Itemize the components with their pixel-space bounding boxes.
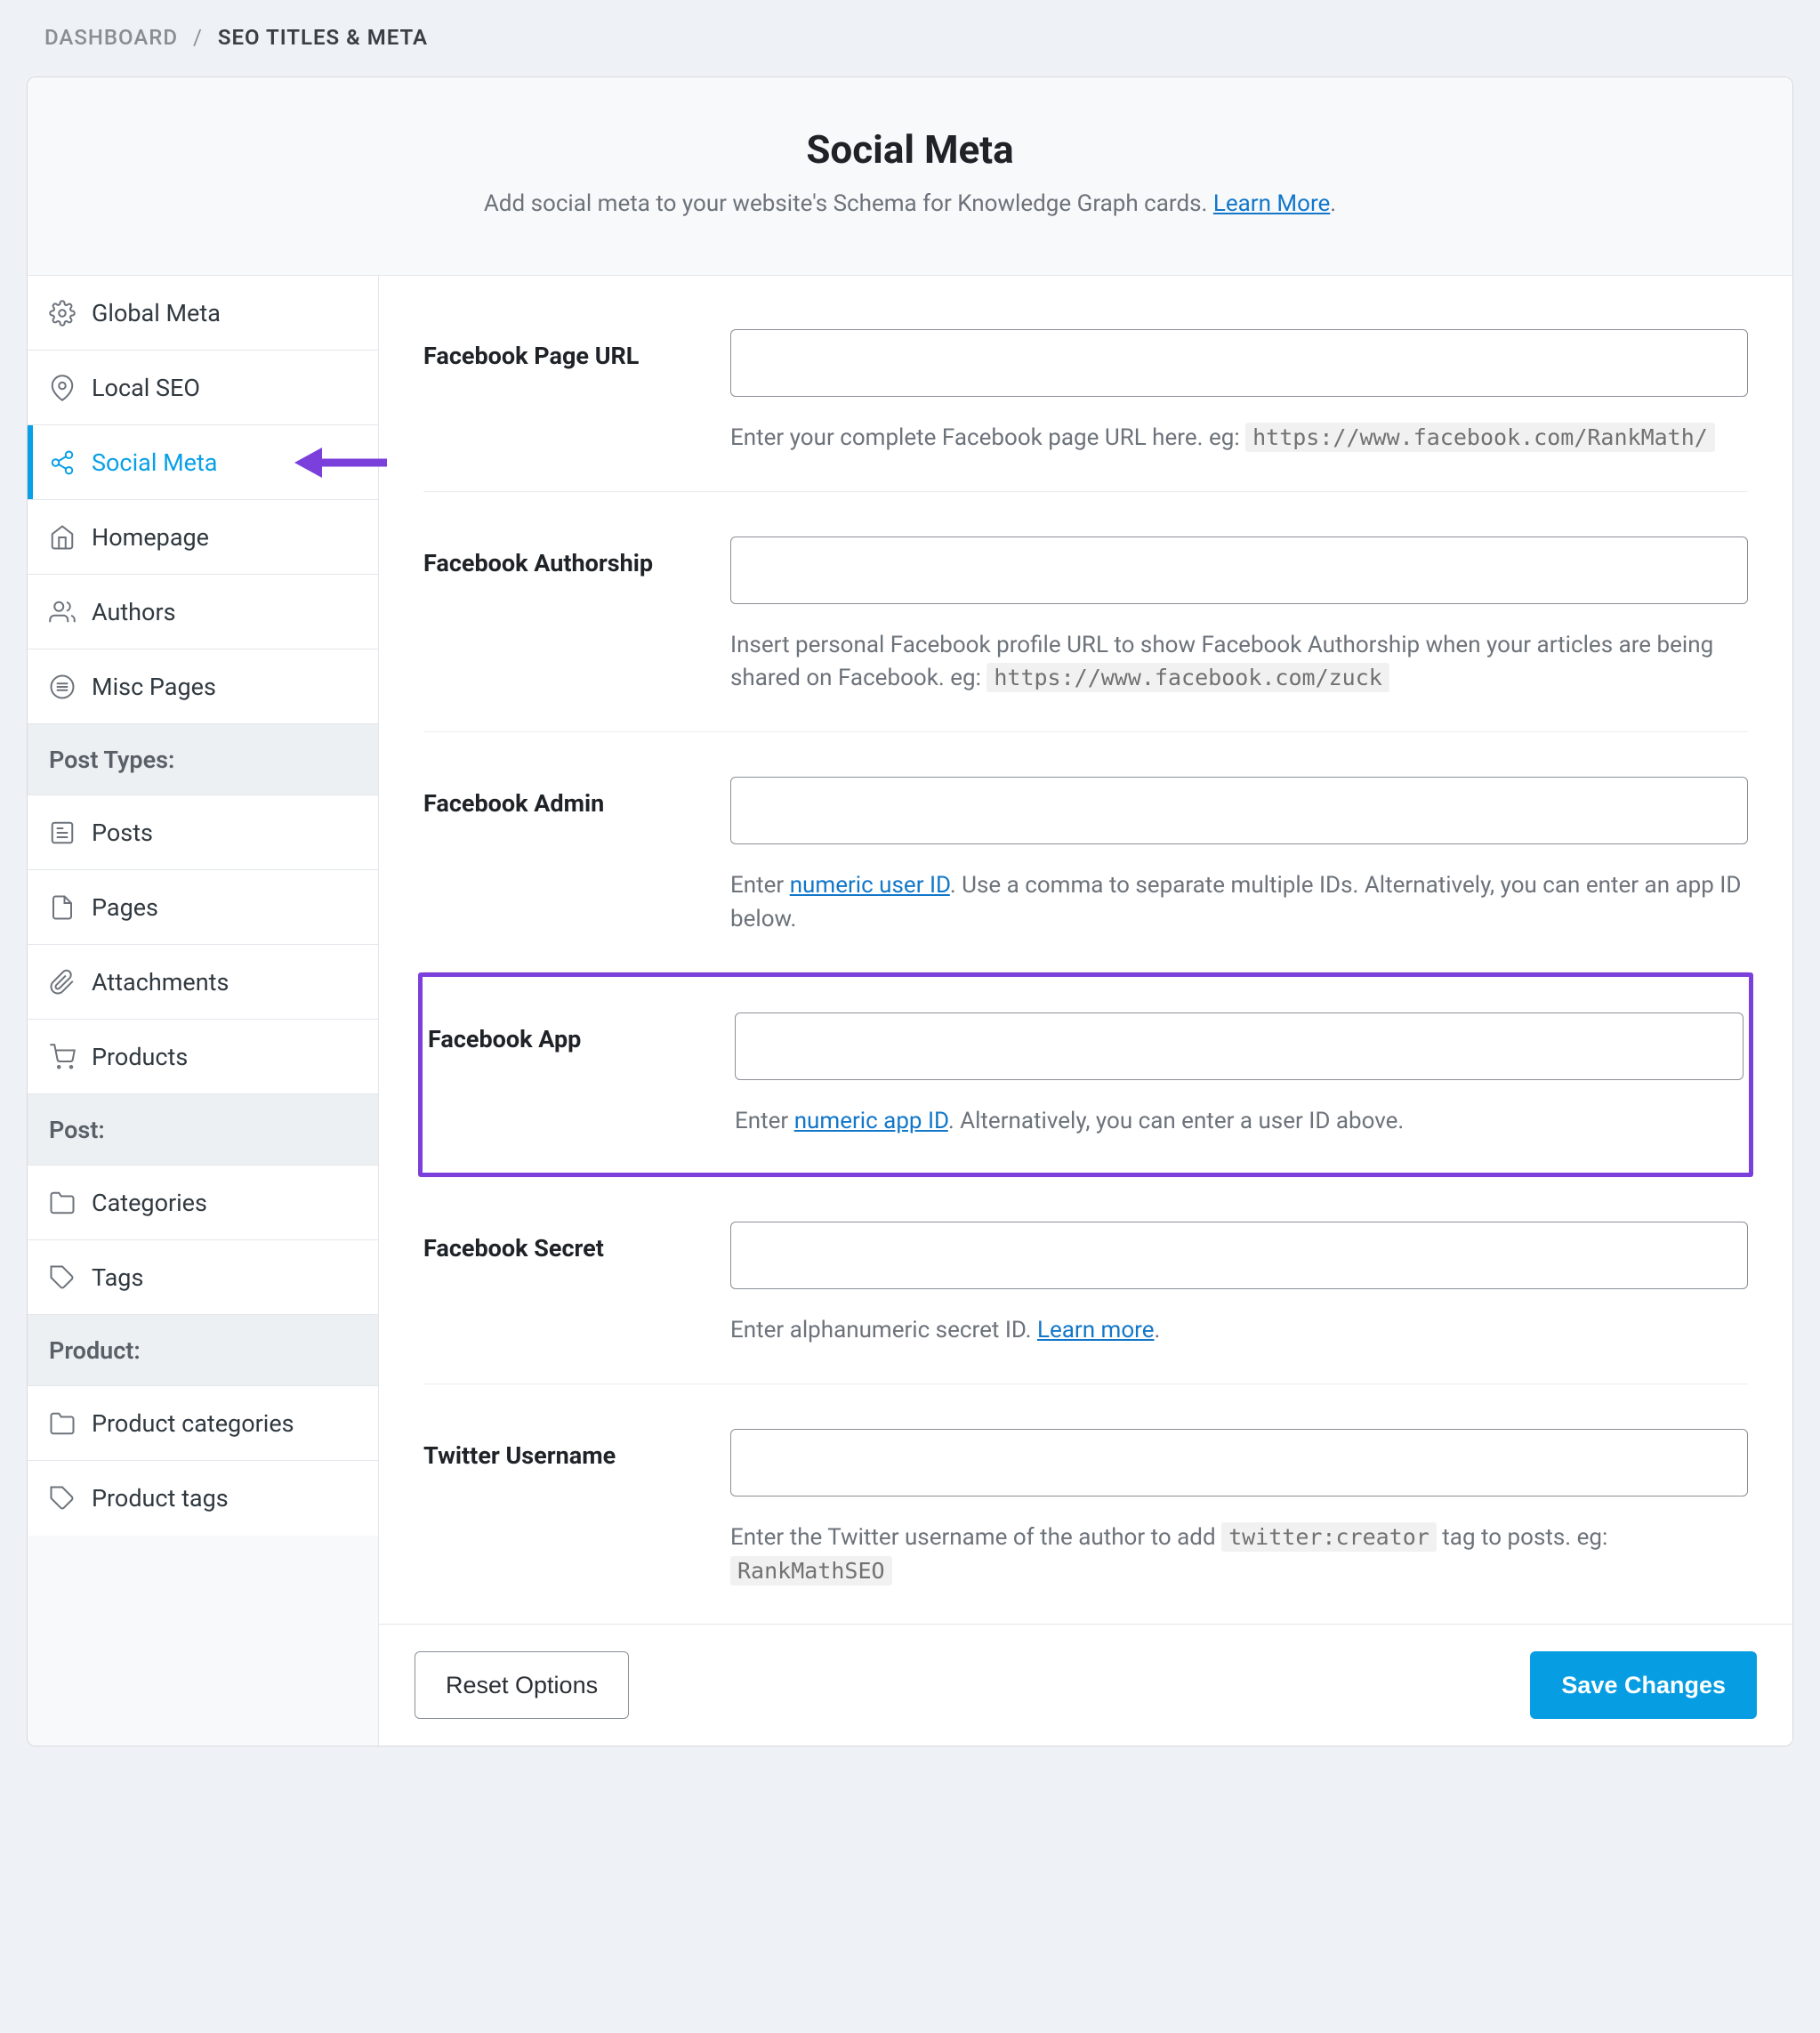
sidebar-item-product-categories[interactable]: Product categories <box>28 1386 378 1461</box>
fb-author-input[interactable] <box>730 536 1748 604</box>
main-card: Social Meta Add social meta to your webs… <box>27 77 1793 1747</box>
sidebar-section-post-types: Post Types: <box>28 724 378 795</box>
field-row-fb-secret: Facebook Secret Enter alphanumeric secre… <box>423 1177 1748 1384</box>
field-label: Facebook Page URL <box>423 329 730 456</box>
sidebar-section-post: Post: <box>28 1094 378 1166</box>
sidebar-item-misc-pages[interactable]: Misc Pages <box>28 649 378 724</box>
sidebar-item-social-meta[interactable]: Social Meta <box>28 425 378 500</box>
field-row-fb-author: Facebook Authorship Insert personal Face… <box>423 492 1748 732</box>
card-header: Social Meta Add social meta to your webs… <box>28 77 1792 276</box>
share-icon <box>49 449 76 476</box>
tag-icon <box>49 1485 76 1512</box>
sidebar-item-label: Attachments <box>92 968 229 996</box>
sidebar-item-authors[interactable]: Authors <box>28 575 378 649</box>
indicator-arrow-icon <box>282 442 389 483</box>
folder-icon <box>49 1410 76 1437</box>
sidebar-item-label: Tags <box>92 1263 143 1292</box>
paperclip-icon <box>49 969 76 996</box>
sidebar-item-categories[interactable]: Categories <box>28 1166 378 1240</box>
save-button[interactable]: Save Changes <box>1530 1651 1757 1719</box>
learn-more-secret-link[interactable]: Learn more <box>1037 1317 1155 1343</box>
sidebar-item-label: Pages <box>92 893 158 922</box>
twitter-username-input[interactable] <box>730 1429 1748 1497</box>
field-help: Enter alphanumeric secret ID. Learn more… <box>730 1314 1748 1348</box>
map-pin-icon <box>49 375 76 401</box>
field-help: Enter numeric user ID. Use a comma to se… <box>730 869 1748 936</box>
field-row-fb-app: Facebook App Enter numeric app ID. Alter… <box>423 977 1749 1173</box>
page-subtitle: Add social meta to your website's Schema… <box>54 190 1766 217</box>
sidebar-item-label: Local SEO <box>92 374 200 402</box>
sidebar-item-label: Products <box>92 1043 188 1071</box>
sidebar-item-label: Authors <box>92 598 176 626</box>
users-icon <box>49 599 76 625</box>
sidebar-item-label: Misc Pages <box>92 673 216 701</box>
page-icon <box>49 894 76 921</box>
home-icon <box>49 524 76 551</box>
sidebar-item-local-seo[interactable]: Local SEO <box>28 351 378 425</box>
learn-more-link[interactable]: Learn More <box>1213 190 1330 217</box>
fb-url-input[interactable] <box>730 329 1748 397</box>
breadcrumb-current: SEO TITLES & META <box>218 25 428 50</box>
numeric-user-id-link[interactable]: numeric user ID <box>790 872 950 899</box>
post-icon <box>49 819 76 846</box>
field-help: Enter your complete Facebook page URL he… <box>730 422 1748 456</box>
field-help: Insert personal Facebook profile URL to … <box>730 629 1748 696</box>
field-label: Facebook Admin <box>423 777 730 936</box>
sidebar-item-global-meta[interactable]: Global Meta <box>28 276 378 351</box>
sidebar-item-label: Categories <box>92 1189 207 1217</box>
sidebar-item-homepage[interactable]: Homepage <box>28 500 378 575</box>
folder-icon <box>49 1190 76 1216</box>
list-icon <box>49 674 76 700</box>
sidebar-item-posts[interactable]: Posts <box>28 795 378 870</box>
cart-icon <box>49 1044 76 1070</box>
content: Facebook Page URL Enter your complete Fa… <box>379 276 1792 1746</box>
sidebar-item-attachments[interactable]: Attachments <box>28 945 378 1020</box>
sidebar-item-product-tags[interactable]: Product tags <box>28 1461 378 1536</box>
tag-icon <box>49 1264 76 1291</box>
breadcrumb-sep: / <box>184 25 212 50</box>
sidebar: Global Meta Local SEO Social Meta Homepa… <box>28 276 379 1746</box>
gear-icon <box>49 300 76 327</box>
breadcrumb-root[interactable]: DASHBOARD <box>44 25 178 50</box>
sidebar-item-products[interactable]: Products <box>28 1020 378 1094</box>
sidebar-item-label: Global Meta <box>92 299 221 327</box>
field-label: Facebook App <box>428 1012 735 1139</box>
field-help: Enter numeric app ID. Alternatively, you… <box>735 1105 1743 1139</box>
page-title: Social Meta <box>54 126 1766 173</box>
reset-button[interactable]: Reset Options <box>415 1651 629 1719</box>
sidebar-section-product: Product: <box>28 1315 378 1386</box>
breadcrumb: DASHBOARD / SEO TITLES & META <box>44 25 1793 50</box>
fb-admin-input[interactable] <box>730 777 1748 844</box>
card-footer: Reset Options Save Changes <box>379 1624 1792 1746</box>
field-row-fb-admin: Facebook Admin Enter numeric user ID. Us… <box>423 732 1748 972</box>
sidebar-item-label: Posts <box>92 819 153 847</box>
field-label: Twitter Username <box>423 1429 730 1588</box>
highlight-fb-app: Facebook App Enter numeric app ID. Alter… <box>418 972 1753 1177</box>
sidebar-item-label: Social Meta <box>92 448 218 477</box>
sidebar-item-pages[interactable]: Pages <box>28 870 378 945</box>
field-label: Facebook Secret <box>423 1222 730 1348</box>
field-row-twitter: Twitter Username Enter the Twitter usern… <box>423 1384 1748 1624</box>
sidebar-item-label: Homepage <box>92 523 209 552</box>
sidebar-item-label: Product tags <box>92 1484 229 1513</box>
sidebar-item-label: Product categories <box>92 1409 294 1438</box>
field-help: Enter the Twitter username of the author… <box>730 1521 1748 1588</box>
field-row-fb-url: Facebook Page URL Enter your complete Fa… <box>423 303 1748 492</box>
sidebar-item-tags[interactable]: Tags <box>28 1240 378 1315</box>
field-label: Facebook Authorship <box>423 536 730 696</box>
fb-app-input[interactable] <box>735 1012 1743 1080</box>
fb-secret-input[interactable] <box>730 1222 1748 1289</box>
numeric-app-id-link[interactable]: numeric app ID <box>794 1108 948 1134</box>
